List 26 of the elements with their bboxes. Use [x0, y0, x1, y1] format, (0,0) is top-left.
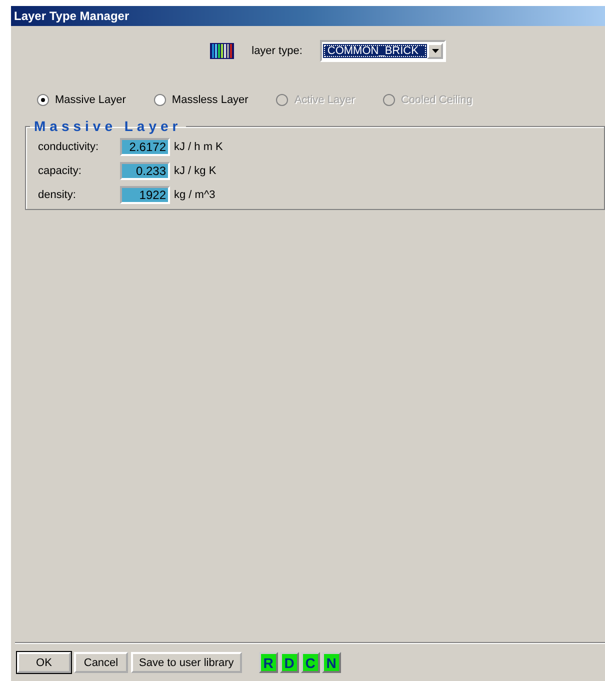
- letter-button[interactable]: D: [280, 652, 299, 673]
- layer-type-dropdown[interactable]: COMMON_BRICK: [320, 40, 446, 62]
- title-bar: Layer Type Manager: [11, 6, 605, 26]
- letter-button[interactable]: N: [322, 652, 341, 673]
- field-label: density:: [38, 189, 77, 201]
- input-field[interactable]: 0.233: [120, 162, 170, 180]
- radio-option[interactable]: Massless Layer: [154, 94, 248, 106]
- dropdown-arrow-icon: [432, 49, 439, 53]
- input-field[interactable]: 1922: [120, 186, 170, 204]
- radio-option[interactable]: Massive Layer: [37, 94, 126, 106]
- field-label: conductivity:: [38, 141, 100, 153]
- group-title: Massive Layer: [33, 118, 183, 134]
- input-field[interactable]: 2.6172: [120, 138, 170, 156]
- radio-circle-icon[interactable]: [37, 94, 49, 106]
- unit-label: kJ / h m K: [174, 141, 223, 153]
- dialog-button[interactable]: OK: [17, 652, 71, 673]
- unit-label: kg / m^3: [174, 189, 216, 201]
- unit-label: kJ / kg K: [174, 165, 216, 177]
- layer-stripes-icon: [210, 43, 234, 59]
- letter-button[interactable]: C: [300, 652, 320, 673]
- dialog-button[interactable]: Save to user library: [131, 652, 242, 673]
- letter-button[interactable]: R: [258, 652, 278, 673]
- dialog-button[interactable]: Cancel: [74, 652, 128, 673]
- layer-type-label: layer type:: [252, 45, 302, 57]
- radio-circle-icon[interactable]: [154, 94, 166, 106]
- field-label: capacity:: [38, 165, 82, 177]
